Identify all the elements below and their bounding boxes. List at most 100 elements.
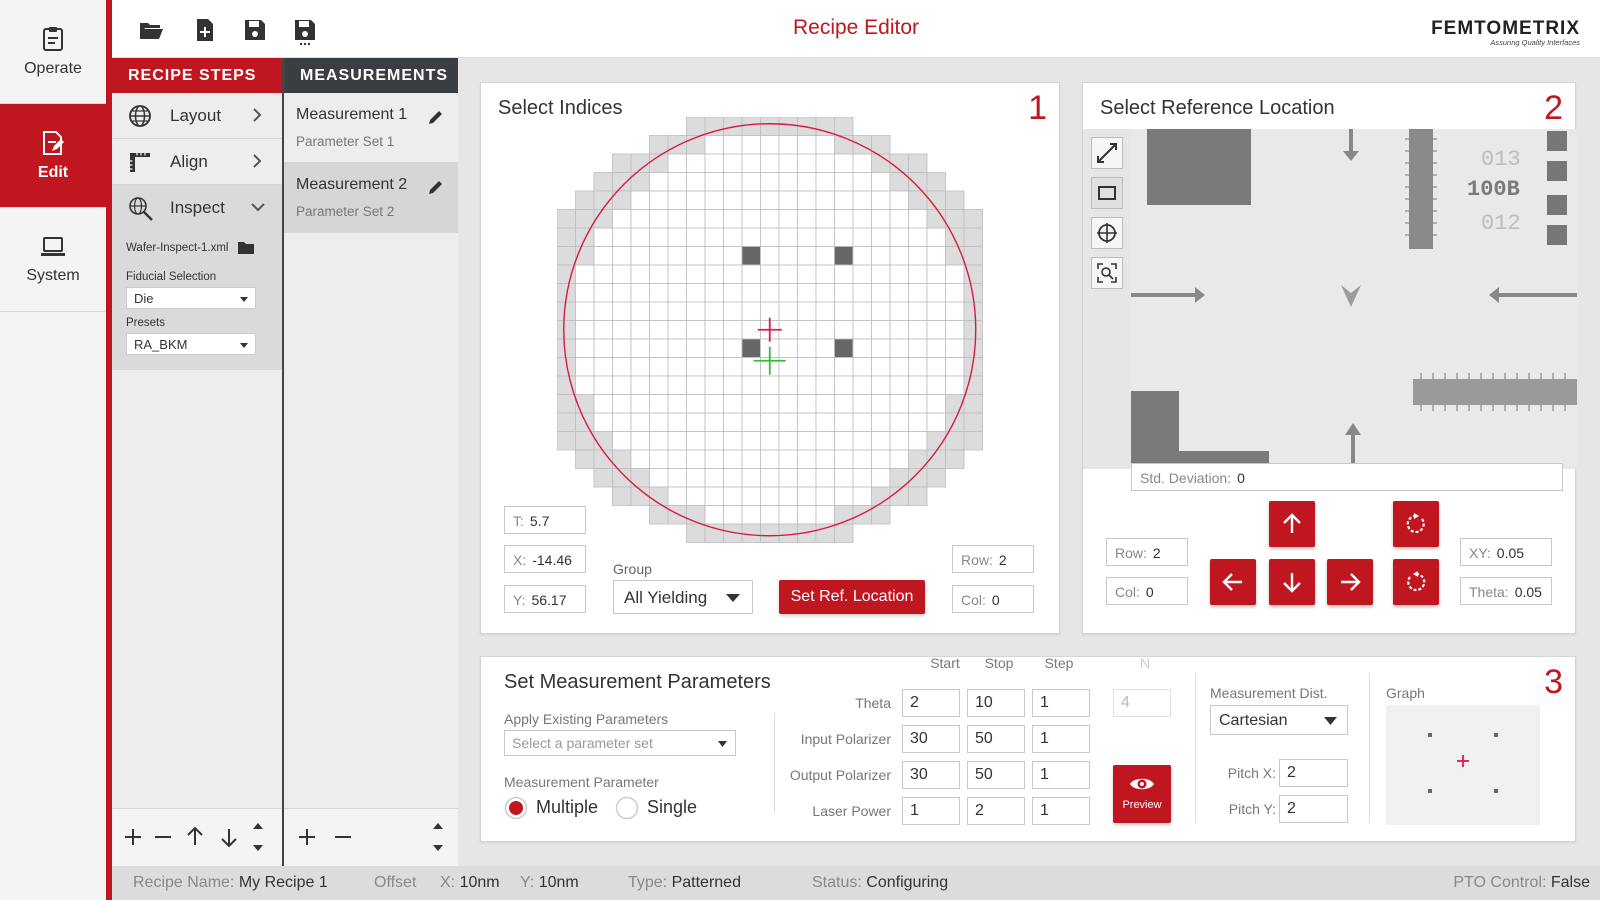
wafer-die[interactable] bbox=[704, 153, 724, 173]
wafer-die[interactable] bbox=[815, 227, 835, 247]
wafer-die[interactable] bbox=[667, 505, 687, 525]
wafer-die[interactable] bbox=[760, 431, 780, 451]
wafer-die[interactable] bbox=[889, 301, 909, 321]
wafer-die[interactable] bbox=[871, 246, 891, 266]
wafer-die[interactable] bbox=[797, 505, 817, 525]
wafer-die[interactable] bbox=[723, 505, 743, 525]
theta-step-field[interactable]: Theta: 0.05 bbox=[1460, 577, 1552, 605]
wafer-die[interactable] bbox=[926, 301, 946, 321]
wafer-die[interactable] bbox=[834, 153, 854, 173]
wafer-die[interactable] bbox=[852, 357, 872, 377]
wafer-die[interactable] bbox=[815, 468, 835, 488]
wafer-die[interactable] bbox=[908, 375, 928, 395]
wafer-die[interactable] bbox=[871, 338, 891, 358]
wafer-die[interactable] bbox=[797, 190, 817, 210]
wafer-die[interactable] bbox=[889, 357, 909, 377]
rectangle-tool[interactable] bbox=[1091, 177, 1123, 209]
wafer-die[interactable] bbox=[723, 320, 743, 340]
wafer-die[interactable] bbox=[686, 246, 706, 266]
wafer-die[interactable] bbox=[834, 486, 854, 506]
wafer-die[interactable] bbox=[723, 209, 743, 229]
wafer-die[interactable] bbox=[649, 412, 669, 432]
wafer-die[interactable] bbox=[797, 431, 817, 451]
wafer-die[interactable] bbox=[871, 190, 891, 210]
x-field[interactable]: X: -14.46 bbox=[504, 545, 586, 573]
wafer-die[interactable] bbox=[649, 394, 669, 414]
wafer-die[interactable] bbox=[852, 227, 872, 247]
parameter-set-select[interactable]: Select a parameter set bbox=[504, 730, 736, 756]
pitch-y-input[interactable]: 2 bbox=[1279, 795, 1348, 823]
wafer-die[interactable] bbox=[557, 320, 576, 340]
wafer-die[interactable] bbox=[778, 209, 798, 229]
wafer-die[interactable] bbox=[778, 486, 798, 506]
wafer-die[interactable] bbox=[815, 264, 835, 284]
wafer-die[interactable] bbox=[778, 135, 798, 155]
wafer-die[interactable] bbox=[760, 135, 780, 155]
output-polarizer-start-input[interactable]: 30 bbox=[902, 761, 960, 789]
wafer-die[interactable] bbox=[593, 375, 613, 395]
rotate-ccw-button[interactable] bbox=[1393, 559, 1439, 605]
wafer-die[interactable] bbox=[575, 338, 595, 358]
ref-col-field[interactable]: Col: 0 bbox=[1106, 577, 1188, 605]
wafer-die[interactable] bbox=[667, 227, 687, 247]
wafer-die[interactable] bbox=[723, 431, 743, 451]
wafer-die[interactable] bbox=[593, 338, 613, 358]
wafer-die[interactable] bbox=[612, 264, 632, 284]
step-align[interactable]: Align bbox=[112, 139, 282, 185]
wafer-die[interactable] bbox=[741, 135, 761, 155]
wafer-die[interactable] bbox=[741, 505, 761, 525]
wafer-die[interactable] bbox=[760, 172, 780, 192]
wafer-die[interactable] bbox=[945, 431, 965, 451]
wafer-die[interactable] bbox=[778, 246, 798, 266]
measurement-dist-select[interactable]: Cartesian bbox=[1210, 705, 1348, 735]
wafer-die[interactable] bbox=[630, 283, 650, 303]
wafer-die[interactable] bbox=[945, 394, 965, 414]
wafer-die[interactable] bbox=[557, 394, 576, 414]
wafer-die[interactable] bbox=[760, 468, 780, 488]
wafer-die[interactable] bbox=[649, 505, 669, 525]
wafer-die[interactable] bbox=[612, 431, 632, 451]
wafer-die[interactable] bbox=[945, 301, 965, 321]
wafer-die[interactable] bbox=[704, 301, 724, 321]
wafer-die[interactable] bbox=[649, 227, 669, 247]
wafer-die[interactable] bbox=[908, 338, 928, 358]
wafer-die[interactable] bbox=[908, 468, 928, 488]
wafer-die[interactable] bbox=[667, 449, 687, 469]
wafer-die[interactable] bbox=[871, 264, 891, 284]
wafer-die[interactable] bbox=[686, 283, 706, 303]
wafer-die[interactable] bbox=[630, 357, 650, 377]
wafer-die[interactable] bbox=[852, 338, 872, 358]
wafer-die[interactable] bbox=[593, 227, 613, 247]
wafer-die[interactable] bbox=[797, 135, 817, 155]
wafer-die[interactable] bbox=[815, 338, 835, 358]
wafer-die[interactable] bbox=[797, 357, 817, 377]
output-polarizer-step-input[interactable]: 1 bbox=[1032, 761, 1090, 789]
wafer-die[interactable] bbox=[760, 153, 780, 173]
step-inspect[interactable]: Inspect bbox=[112, 185, 282, 231]
wafer-die[interactable] bbox=[815, 505, 835, 525]
wafer-die[interactable] bbox=[778, 449, 798, 469]
wafer-die[interactable] bbox=[945, 357, 965, 377]
wafer-die[interactable] bbox=[667, 264, 687, 284]
wafer-die[interactable] bbox=[723, 246, 743, 266]
wafer-die[interactable] bbox=[686, 153, 706, 173]
wafer-die[interactable] bbox=[686, 227, 706, 247]
wafer-die[interactable] bbox=[834, 117, 854, 136]
wafer-die[interactable] bbox=[963, 320, 983, 340]
wafer-die[interactable] bbox=[852, 172, 872, 192]
wafer-die[interactable] bbox=[760, 449, 780, 469]
wafer-die[interactable] bbox=[649, 283, 669, 303]
wafer-die[interactable] bbox=[575, 394, 595, 414]
wafer-die[interactable] bbox=[704, 505, 724, 525]
wafer-die[interactable] bbox=[667, 209, 687, 229]
wafer-die[interactable] bbox=[704, 320, 724, 340]
wafer-die[interactable] bbox=[723, 190, 743, 210]
wafer-die[interactable] bbox=[686, 338, 706, 358]
wafer-die[interactable] bbox=[575, 412, 595, 432]
wafer-die[interactable] bbox=[686, 486, 706, 506]
wafer-die[interactable] bbox=[834, 301, 854, 321]
wafer-die[interactable] bbox=[704, 449, 724, 469]
wafer-die[interactable] bbox=[797, 320, 817, 340]
wafer-die[interactable] bbox=[741, 412, 761, 432]
wafer-die[interactable] bbox=[667, 172, 687, 192]
